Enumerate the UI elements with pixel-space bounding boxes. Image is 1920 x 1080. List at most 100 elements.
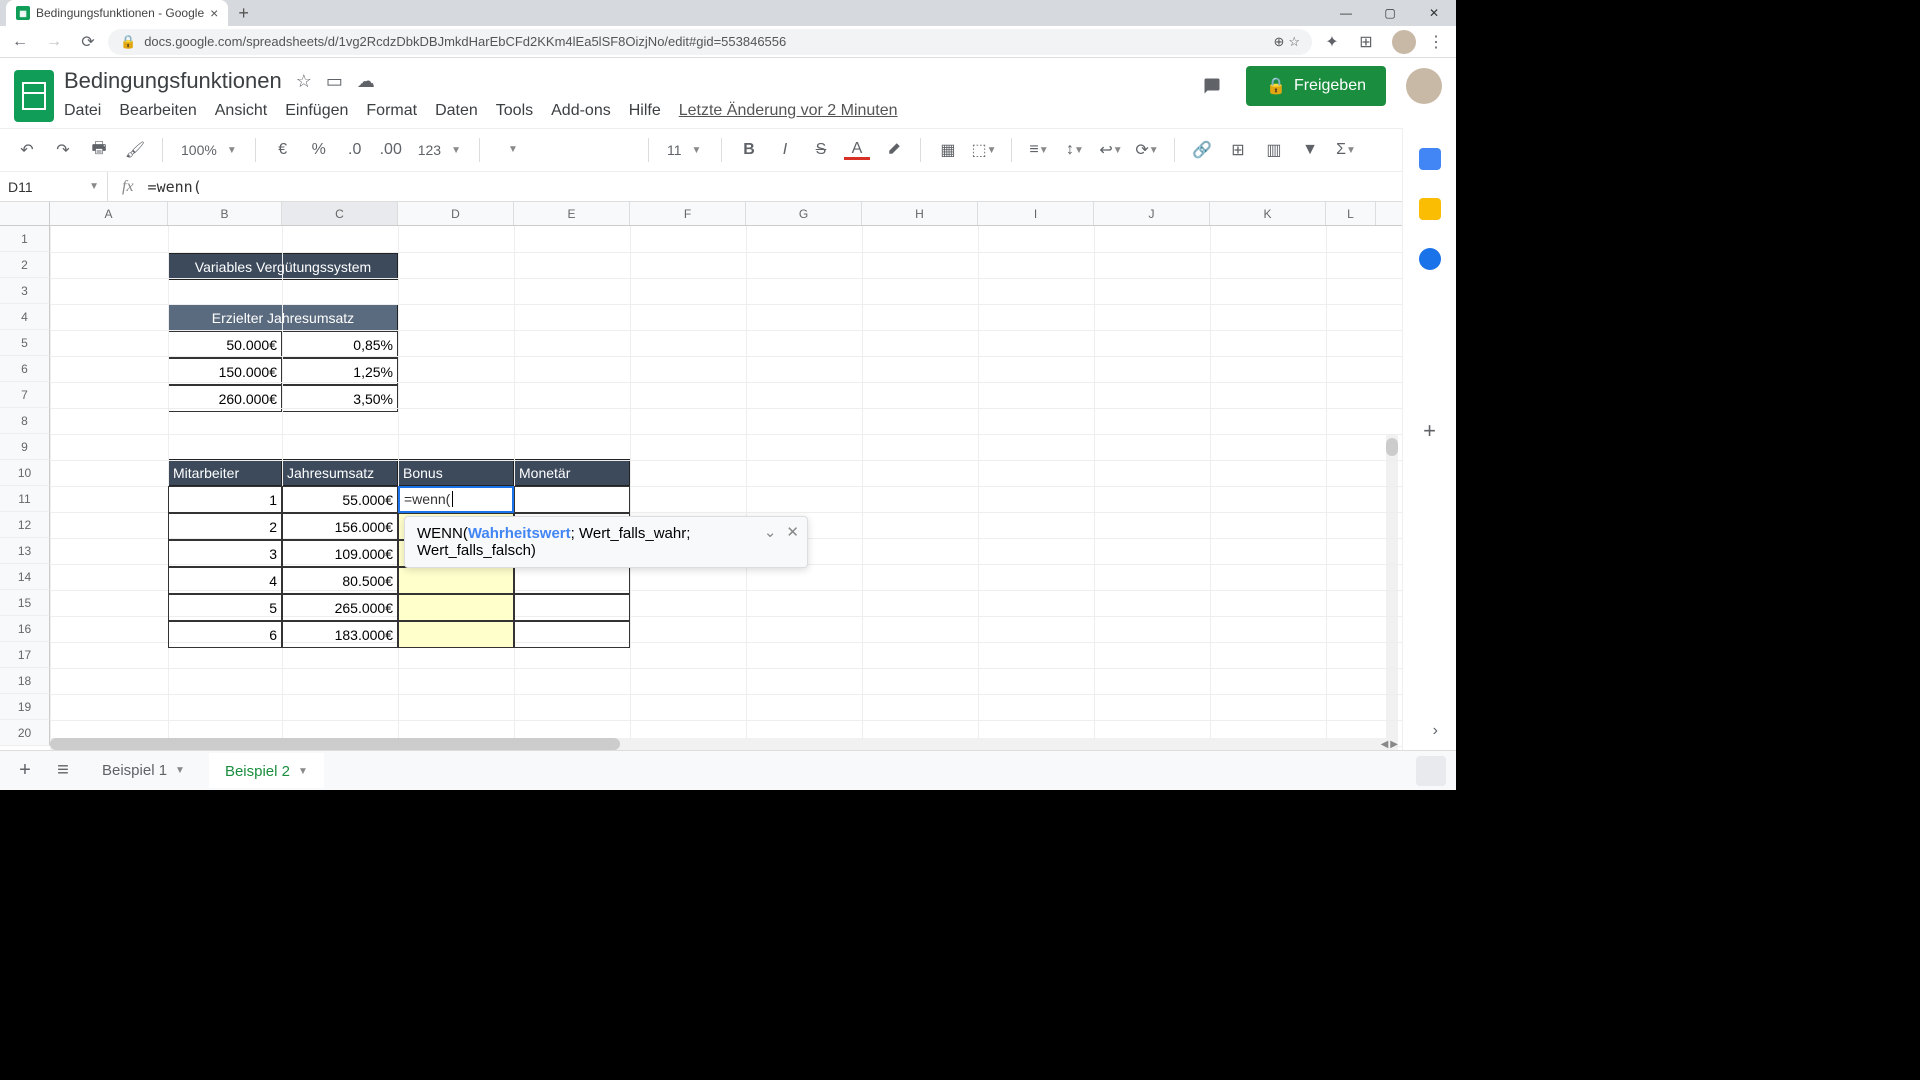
font-select[interactable]: ▼ — [494, 142, 634, 158]
header-monetaer[interactable]: Monetär — [514, 459, 630, 486]
close-tab-icon[interactable]: × — [210, 5, 218, 21]
strikethrough-button[interactable]: S — [808, 137, 834, 163]
cell-bonus-5[interactable] — [398, 594, 514, 621]
tooltip-expand-icon[interactable]: ⌄ — [764, 523, 777, 541]
col-header-L[interactable]: L — [1326, 202, 1376, 225]
cell-jahresumsatz-4[interactable]: 80.500€ — [282, 567, 398, 594]
cell-mitarbeiter-3[interactable]: 3 — [168, 540, 282, 567]
bold-button[interactable]: B — [736, 137, 762, 163]
col-header-A[interactable]: A — [50, 202, 168, 225]
percent-button[interactable]: % — [306, 137, 332, 163]
font-size-select[interactable]: 11▼ — [663, 140, 707, 160]
col-header-J[interactable]: J — [1094, 202, 1210, 225]
menu-view[interactable]: Ansicht — [215, 102, 267, 120]
zoom-select[interactable]: 100%▼ — [177, 140, 241, 160]
back-button[interactable]: ← — [6, 28, 34, 56]
italic-button[interactable]: I — [772, 137, 798, 163]
horizontal-scrollbar[interactable] — [50, 738, 1386, 750]
all-sheets-button[interactable]: ≡ — [48, 756, 78, 786]
col-header-I[interactable]: I — [978, 202, 1094, 225]
row-header-2[interactable]: 2 — [0, 252, 50, 278]
cell-bonus-6[interactable] — [398, 621, 514, 648]
header-bonus[interactable]: Bonus — [398, 459, 514, 486]
cell-monetaer-4[interactable] — [514, 567, 630, 594]
cell-monetaer-1[interactable] — [514, 486, 630, 513]
maximize-icon[interactable]: ▢ — [1368, 0, 1412, 26]
account-avatar[interactable] — [1406, 68, 1442, 104]
row-header-8[interactable]: 8 — [0, 408, 50, 434]
menu-file[interactable]: Datei — [64, 102, 101, 120]
decrease-decimal-button[interactable]: .0 — [342, 137, 368, 163]
undo-button[interactable]: ↶ — [14, 137, 40, 163]
fill-color-button[interactable] — [880, 137, 906, 163]
currency-button[interactable]: € — [270, 137, 296, 163]
number-format-select[interactable]: 123▼ — [414, 140, 465, 160]
notifications-icon[interactable]: ⊞ — [1352, 28, 1380, 56]
active-cell-D11[interactable]: =wenn( — [398, 486, 514, 513]
row-header-16[interactable]: 16 — [0, 616, 50, 642]
comment-button[interactable]: ⊞ — [1225, 137, 1251, 163]
cell-jahresumsatz-5[interactable]: 265.000€ — [282, 594, 398, 621]
move-icon[interactable]: ▭ — [326, 71, 343, 92]
last-edit-link[interactable]: Letzte Änderung vor 2 Minuten — [679, 102, 898, 120]
row-header-9[interactable]: 9 — [0, 434, 50, 460]
valign-button[interactable]: ↕▼ — [1062, 137, 1088, 163]
menu-addons[interactable]: Add-ons — [551, 102, 611, 120]
halign-button[interactable]: ≡▼ — [1026, 137, 1052, 163]
cloud-status-icon[interactable]: ☁ — [357, 71, 375, 92]
print-button[interactable]: 🖶 — [86, 137, 112, 163]
borders-button[interactable]: ▦ — [935, 137, 961, 163]
cell-mitarbeiter-5[interactable]: 5 — [168, 594, 282, 621]
minimize-icon[interactable]: — — [1324, 0, 1368, 26]
menu-insert[interactable]: Einfügen — [285, 102, 348, 120]
cell-jahresumsatz-2[interactable]: 156.000€ — [282, 513, 398, 540]
close-window-icon[interactable]: ✕ — [1412, 0, 1456, 26]
text-color-button[interactable]: A — [844, 140, 870, 160]
row-header-13[interactable]: 13 — [0, 538, 50, 564]
title-variables-verguetungssystem[interactable]: Variables Vergütungssystem — [168, 253, 398, 280]
name-box[interactable]: D11 ▼ — [0, 172, 108, 201]
row-header-20[interactable]: 20 — [0, 720, 50, 746]
col-header-G[interactable]: G — [746, 202, 862, 225]
formula-input[interactable]: =wenn( — [148, 178, 202, 196]
col-header-E[interactable]: E — [514, 202, 630, 225]
wrap-button[interactable]: ↩▼ — [1098, 137, 1124, 163]
cell-mitarbeiter-2[interactable]: 2 — [168, 513, 282, 540]
cell-monetaer-6[interactable] — [514, 621, 630, 648]
cell-jahresumsatz-1[interactable]: 55.000€ — [282, 486, 398, 513]
explore-button[interactable] — [1416, 756, 1446, 786]
sheet-nav-arrows[interactable]: ◀▶ — [1381, 739, 1398, 750]
vertical-scrollbar[interactable] — [1386, 434, 1398, 750]
row-header-11[interactable]: 11 — [0, 486, 50, 512]
col-header-D[interactable]: D — [398, 202, 514, 225]
col-header-K[interactable]: K — [1210, 202, 1326, 225]
tier-amount-2[interactable]: 150.000€ — [168, 358, 282, 385]
rotate-button[interactable]: ⟳▼ — [1134, 137, 1160, 163]
get-addons-button[interactable]: + — [1423, 418, 1436, 444]
tier-pct-1[interactable]: 0,85% — [282, 331, 398, 358]
paint-format-button[interactable]: 🖌 — [122, 137, 148, 163]
keep-addon-icon[interactable] — [1419, 198, 1441, 220]
row-header-6[interactable]: 6 — [0, 356, 50, 382]
title-erzielter-jahresumsatz[interactable]: Erzielter Jahresumsatz — [168, 304, 398, 331]
row-header-18[interactable]: 18 — [0, 668, 50, 694]
new-tab-button[interactable]: + — [228, 3, 259, 24]
comments-button[interactable] — [1192, 66, 1232, 106]
spreadsheet-grid[interactable]: A B C D E F G H I J K L Variables Vergüt… — [0, 202, 1456, 750]
menu-help[interactable]: Hilfe — [629, 102, 661, 120]
header-jahresumsatz[interactable]: Jahresumsatz — [282, 459, 398, 486]
col-header-B[interactable]: B — [168, 202, 282, 225]
row-header-19[interactable]: 19 — [0, 694, 50, 720]
filter-button[interactable]: ▼ — [1297, 137, 1323, 163]
redo-button[interactable]: ↷ — [50, 137, 76, 163]
row-header-4[interactable]: 4 — [0, 304, 50, 330]
row-header-10[interactable]: 10 — [0, 460, 50, 486]
sheet-tab-beispiel1[interactable]: Beispiel 1▼ — [86, 754, 201, 787]
col-header-F[interactable]: F — [630, 202, 746, 225]
cell-mitarbeiter-6[interactable]: 6 — [168, 621, 282, 648]
side-panel-collapse-icon[interactable]: › — [1433, 722, 1438, 740]
browser-tab[interactable]: ▦ Bedingungsfunktionen - Google × — [6, 0, 228, 26]
row-header-17[interactable]: 17 — [0, 642, 50, 668]
menu-tools[interactable]: Tools — [496, 102, 533, 120]
cell-jahresumsatz-6[interactable]: 183.000€ — [282, 621, 398, 648]
